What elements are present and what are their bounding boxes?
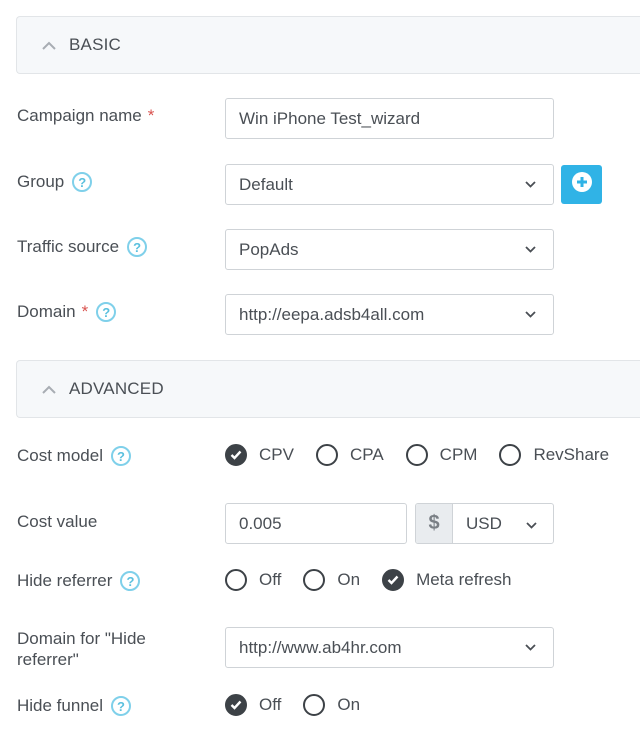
radio-on[interactable]: On bbox=[303, 694, 360, 716]
chevron-down-icon bbox=[523, 246, 537, 253]
radio-checked-icon bbox=[225, 694, 247, 716]
add-group-button[interactable] bbox=[561, 165, 602, 204]
section-header-basic[interactable]: BASIC bbox=[16, 16, 640, 74]
label-text: Hide referrer bbox=[17, 571, 113, 590]
cost-model-radio-group: CPV CPA CPM RevShare bbox=[225, 444, 631, 466]
chevron-down-icon bbox=[523, 644, 537, 651]
radio-unchecked-icon bbox=[405, 444, 428, 466]
currency-select-group: $ USD bbox=[415, 503, 554, 544]
cost-value-input[interactable]: 0.005 bbox=[225, 503, 407, 544]
group-label: Group ? bbox=[17, 172, 93, 192]
radio-cpm[interactable]: CPM bbox=[405, 444, 478, 466]
label-text: Cost model bbox=[17, 446, 103, 465]
label-text: Campaign name bbox=[17, 106, 142, 125]
dollar-icon: $ bbox=[416, 504, 453, 543]
radio-unchecked-icon bbox=[315, 444, 338, 466]
section-title: BASIC bbox=[69, 35, 122, 54]
required-mark: * bbox=[147, 106, 155, 125]
select-value: http://www.ab4hr.com bbox=[239, 637, 402, 657]
traffic-source-label: Traffic source ? bbox=[17, 237, 148, 257]
hide-funnel-label: Hide funnel ? bbox=[17, 696, 132, 716]
help-icon[interactable]: ? bbox=[110, 446, 131, 466]
domain-hide-referrer-label: Domain for "Hide referrer" bbox=[17, 628, 146, 670]
hide-referrer-label: Hide referrer ? bbox=[17, 571, 141, 591]
help-icon[interactable]: ? bbox=[111, 696, 132, 716]
section-header-advanced[interactable]: ADVANCED bbox=[16, 360, 640, 418]
radio-label: RevShare bbox=[533, 445, 610, 464]
traffic-source-select[interactable]: PopAds bbox=[225, 229, 554, 270]
radio-unchecked-icon bbox=[303, 694, 326, 716]
help-icon[interactable]: ? bbox=[72, 172, 93, 192]
select-value: http://eepa.adsb4all.com bbox=[239, 304, 425, 324]
hide-referrer-radio-group: Off On Meta refresh bbox=[225, 569, 534, 591]
radio-label: CPV bbox=[259, 445, 294, 464]
label-text: referrer" bbox=[17, 650, 79, 669]
radio-checked-icon bbox=[225, 444, 247, 466]
select-value: PopAds bbox=[239, 239, 299, 259]
required-mark: * bbox=[81, 302, 89, 321]
domain-hide-referrer-select[interactable]: http://www.ab4hr.com bbox=[225, 627, 554, 668]
radio-off[interactable]: Off bbox=[225, 569, 281, 591]
label-text: Group bbox=[17, 172, 65, 191]
domain-select[interactable]: http://eepa.adsb4all.com bbox=[225, 294, 554, 335]
campaign-name-label: Campaign name * bbox=[17, 106, 154, 126]
radio-on[interactable]: On bbox=[303, 569, 360, 591]
radio-label: On bbox=[337, 570, 361, 589]
input-value: Win iPhone Test_wizard bbox=[239, 108, 421, 128]
chevron-down-icon bbox=[526, 514, 537, 534]
radio-label: CPA bbox=[349, 445, 384, 464]
radio-unchecked-icon bbox=[303, 569, 326, 591]
help-icon[interactable]: ? bbox=[120, 571, 141, 591]
radio-label: Meta refresh bbox=[416, 570, 512, 589]
chevron-up-icon bbox=[41, 37, 57, 53]
radio-cpv[interactable]: CPV bbox=[225, 444, 294, 466]
domain-label: Domain * ? bbox=[17, 302, 117, 322]
hide-funnel-radio-group: Off On bbox=[225, 694, 382, 716]
label-text: Domain for "Hide bbox=[17, 629, 146, 648]
radio-label: On bbox=[337, 695, 361, 714]
plus-circle-icon bbox=[571, 172, 592, 197]
cost-value-label: Cost value bbox=[17, 512, 97, 532]
radio-label: CPM bbox=[439, 445, 478, 464]
radio-label: Off bbox=[259, 695, 282, 714]
help-icon[interactable]: ? bbox=[96, 302, 117, 322]
radio-checked-icon bbox=[382, 569, 405, 591]
radio-label: Off bbox=[259, 570, 282, 589]
radio-cpa[interactable]: CPA bbox=[315, 444, 384, 466]
label-text: Domain bbox=[17, 302, 76, 321]
section-title: ADVANCED bbox=[69, 379, 164, 398]
group-select[interactable]: Default bbox=[225, 164, 554, 205]
radio-meta-refresh[interactable]: Meta refresh bbox=[382, 569, 512, 591]
campaign-name-input[interactable]: Win iPhone Test_wizard bbox=[225, 98, 554, 139]
radio-off[interactable]: Off bbox=[225, 694, 281, 716]
label-text: Cost value bbox=[17, 512, 98, 531]
radio-unchecked-icon bbox=[225, 569, 247, 591]
radio-revshare[interactable]: RevShare bbox=[499, 444, 609, 466]
select-value: Default bbox=[239, 174, 293, 194]
radio-unchecked-icon bbox=[499, 444, 522, 466]
label-text: Traffic source bbox=[17, 237, 120, 256]
help-icon[interactable]: ? bbox=[127, 237, 148, 257]
chevron-up-icon bbox=[41, 381, 57, 397]
cost-model-label: Cost model ? bbox=[17, 446, 131, 466]
chevron-down-icon bbox=[523, 311, 537, 318]
select-value: USD bbox=[466, 513, 502, 533]
input-value: 0.005 bbox=[239, 513, 282, 533]
label-text: Hide funnel bbox=[17, 696, 104, 715]
chevron-down-icon bbox=[523, 181, 537, 188]
currency-select[interactable]: USD bbox=[453, 504, 553, 543]
